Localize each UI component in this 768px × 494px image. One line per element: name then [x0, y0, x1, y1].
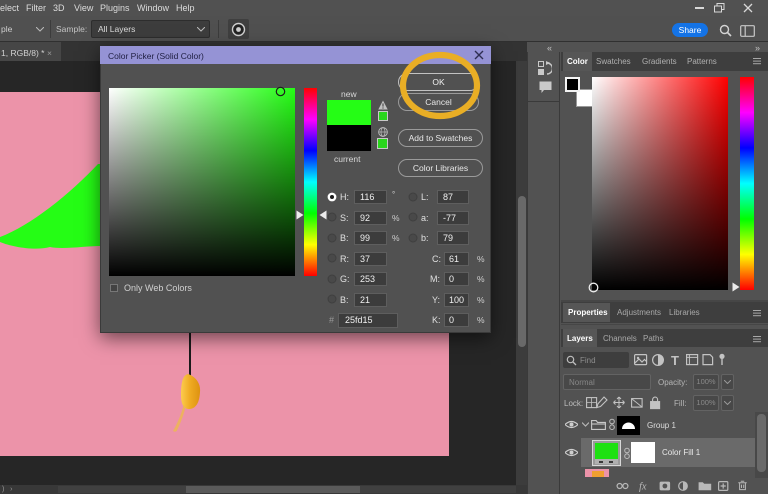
svg-text:T: T: [671, 353, 679, 367]
svg-text:fx: fx: [639, 482, 647, 493]
